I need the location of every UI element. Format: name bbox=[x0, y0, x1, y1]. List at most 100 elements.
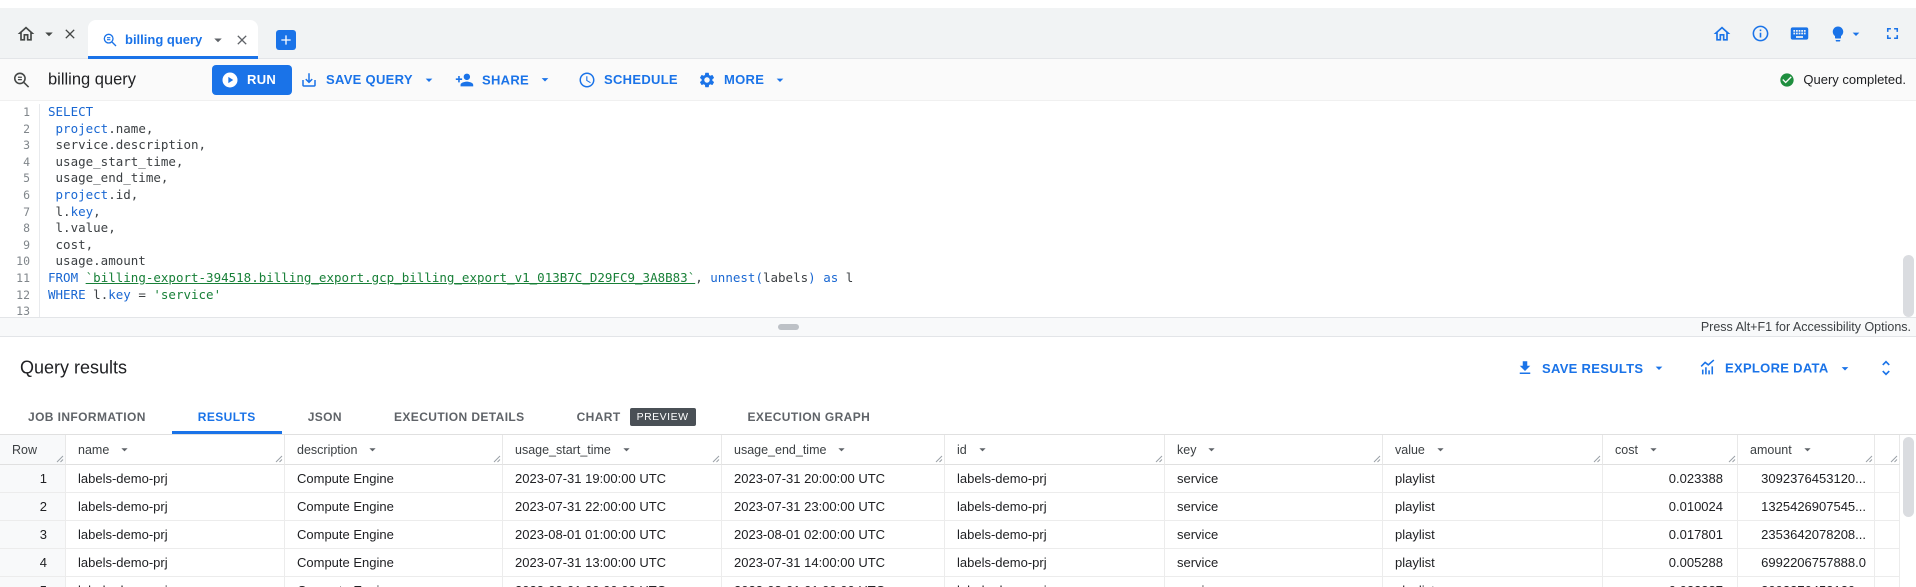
run-button[interactable]: RUN bbox=[212, 65, 292, 95]
results-tab-execution-graph[interactable]: EXECUTION GRAPH bbox=[722, 399, 897, 434]
results-tab-execution-details[interactable]: EXECUTION DETAILS bbox=[368, 399, 551, 434]
resize-handle-icon[interactable] bbox=[712, 455, 720, 463]
table-row: 3labels-demo-prjCompute Engine2023-08-01… bbox=[0, 521, 1916, 549]
results-tab-job-information[interactable]: JOB INFORMATION bbox=[2, 399, 172, 434]
resize-handle-icon[interactable] bbox=[1728, 455, 1736, 463]
cell-key: service bbox=[1165, 493, 1383, 521]
cell-name: labels-demo-prj bbox=[66, 577, 285, 587]
home-icon[interactable] bbox=[16, 24, 36, 44]
resize-handle-icon[interactable] bbox=[1155, 455, 1163, 463]
column-header-amount[interactable]: amount bbox=[1738, 435, 1875, 465]
share-label: SHARE bbox=[482, 72, 529, 87]
column-header-key[interactable]: key bbox=[1165, 435, 1383, 465]
editor-vertical-scrollbar[interactable] bbox=[1903, 255, 1914, 317]
home-tab-close-icon[interactable] bbox=[62, 26, 78, 42]
column-menu-icon[interactable] bbox=[1204, 442, 1219, 457]
column-menu-icon[interactable] bbox=[1433, 442, 1448, 457]
cell-usage_end_time: 2023-07-31 23:00:00 UTC bbox=[722, 493, 945, 521]
column-header-value[interactable]: value bbox=[1383, 435, 1603, 465]
cell-usage_start_time: 2023-08-01 01:00:00 UTC bbox=[503, 521, 722, 549]
tab-menu-chevron-down-icon[interactable] bbox=[209, 31, 227, 49]
query-toolbar: billing query RUN SAVE QUERY SHARE bbox=[0, 59, 1916, 101]
query-title-icon bbox=[12, 70, 31, 89]
more-button[interactable]: MORE bbox=[698, 71, 788, 89]
cell-usage_end_time: 2023-08-01 02:00:00 UTC bbox=[722, 521, 945, 549]
share-button[interactable]: SHARE bbox=[455, 70, 553, 89]
tab-billing-query[interactable]: billing query bbox=[88, 20, 258, 59]
column-header-id[interactable]: id bbox=[945, 435, 1165, 465]
sql-editor[interactable]: 1SELECT2 project.name,3 service.descript… bbox=[0, 101, 1916, 317]
results-table: Rownamedescriptionusage_start_timeusage_… bbox=[0, 435, 1916, 587]
results-tab-bar: JOB INFORMATIONRESULTS JSON EXECUTION DETA… bbox=[0, 399, 1916, 435]
more-label: MORE bbox=[724, 72, 764, 87]
save-results-label: SAVE RESULTS bbox=[1542, 361, 1643, 376]
resize-handle-icon[interactable] bbox=[1865, 455, 1873, 463]
cell-filler bbox=[1875, 577, 1900, 587]
home-tab[interactable] bbox=[8, 8, 86, 59]
column-label: description bbox=[297, 443, 357, 457]
cell-value: playlist bbox=[1383, 493, 1603, 521]
cell-id: labels-demo-prj bbox=[945, 465, 1165, 493]
explore-data-button[interactable]: EXPLORE DATA bbox=[1698, 359, 1853, 378]
cell-key: service bbox=[1165, 577, 1383, 587]
cell-name: labels-demo-prj bbox=[66, 493, 285, 521]
column-menu-icon[interactable] bbox=[619, 442, 634, 457]
fullscreen-icon[interactable] bbox=[1883, 24, 1902, 43]
save-query-chevron-down-icon bbox=[421, 72, 437, 88]
pin-home-icon[interactable] bbox=[1712, 24, 1732, 44]
line-number: 9 bbox=[0, 237, 40, 254]
new-tab-button[interactable] bbox=[276, 30, 296, 50]
cell-amount: 2353642078208... bbox=[1738, 521, 1875, 549]
splitter-drag-handle[interactable] bbox=[778, 324, 799, 330]
column-menu-icon[interactable] bbox=[117, 442, 132, 457]
home-tab-menu-chevron-down-icon[interactable] bbox=[40, 25, 58, 43]
column-menu-icon[interactable] bbox=[834, 442, 849, 457]
save-query-button[interactable]: SAVE QUERY bbox=[300, 71, 437, 89]
results-tab-results[interactable]: RESULTS bbox=[172, 399, 282, 434]
column-menu-icon[interactable] bbox=[1646, 442, 1661, 457]
column-menu-icon[interactable] bbox=[1800, 442, 1815, 457]
tab-label: JSON bbox=[308, 410, 342, 424]
column-header-cost[interactable]: cost bbox=[1603, 435, 1738, 465]
column-header-description[interactable]: description bbox=[285, 435, 503, 465]
resize-handle-icon[interactable] bbox=[935, 455, 943, 463]
resize-handle-icon[interactable] bbox=[1373, 455, 1381, 463]
info-icon[interactable] bbox=[1751, 24, 1770, 43]
query-icon bbox=[102, 32, 118, 48]
run-button-label: RUN bbox=[247, 72, 276, 87]
assistant-lightbulb-group[interactable] bbox=[1829, 25, 1864, 43]
code-line: 5 usage_end_time, bbox=[0, 170, 1916, 187]
editor-tab-strip: billing query bbox=[0, 0, 1916, 59]
cell-row: 1 bbox=[0, 465, 66, 493]
editor-utility-icons bbox=[1712, 8, 1902, 59]
code-text: service.description, bbox=[40, 137, 206, 154]
code-text: FROM `billing-export-394518.billing_expo… bbox=[40, 270, 853, 287]
results-tab-json[interactable]: JSON bbox=[282, 399, 368, 434]
code-text: usage_start_time, bbox=[40, 154, 183, 171]
more-chevron-down-icon bbox=[772, 72, 788, 88]
column-menu-icon[interactable] bbox=[975, 442, 990, 457]
tab-label: EXECUTION GRAPH bbox=[748, 410, 871, 424]
collapse-expand-panel-icon[interactable] bbox=[1876, 358, 1896, 378]
keyboard-shortcuts-icon[interactable] bbox=[1789, 23, 1810, 44]
gear-icon bbox=[698, 71, 716, 89]
resize-handle-icon[interactable] bbox=[1890, 455, 1898, 463]
column-menu-icon[interactable] bbox=[365, 442, 380, 457]
cell-name: labels-demo-prj bbox=[66, 465, 285, 493]
schedule-button[interactable]: SCHEDULE bbox=[578, 71, 678, 89]
accessibility-hint: Press Alt+F1 for Accessibility Options. bbox=[1701, 318, 1911, 336]
resize-handle-icon[interactable] bbox=[1593, 455, 1601, 463]
column-header-usage_start_time[interactable]: usage_start_time bbox=[503, 435, 722, 465]
results-vertical-scrollbar[interactable] bbox=[1903, 437, 1914, 517]
column-header-name[interactable]: name bbox=[66, 435, 285, 465]
cell-key: service bbox=[1165, 521, 1383, 549]
results-tab-chart[interactable]: CHARTPREVIEW bbox=[551, 399, 722, 434]
tab-close-icon[interactable] bbox=[234, 32, 250, 48]
cell-usage_end_time: 2023-07-31 14:00:00 UTC bbox=[722, 549, 945, 577]
column-label: usage_end_time bbox=[734, 443, 826, 457]
resize-handle-icon[interactable] bbox=[56, 455, 64, 463]
resize-handle-icon[interactable] bbox=[275, 455, 283, 463]
resize-handle-icon[interactable] bbox=[493, 455, 501, 463]
save-results-button[interactable]: SAVE RESULTS bbox=[1516, 359, 1667, 377]
column-header-usage_end_time[interactable]: usage_end_time bbox=[722, 435, 945, 465]
